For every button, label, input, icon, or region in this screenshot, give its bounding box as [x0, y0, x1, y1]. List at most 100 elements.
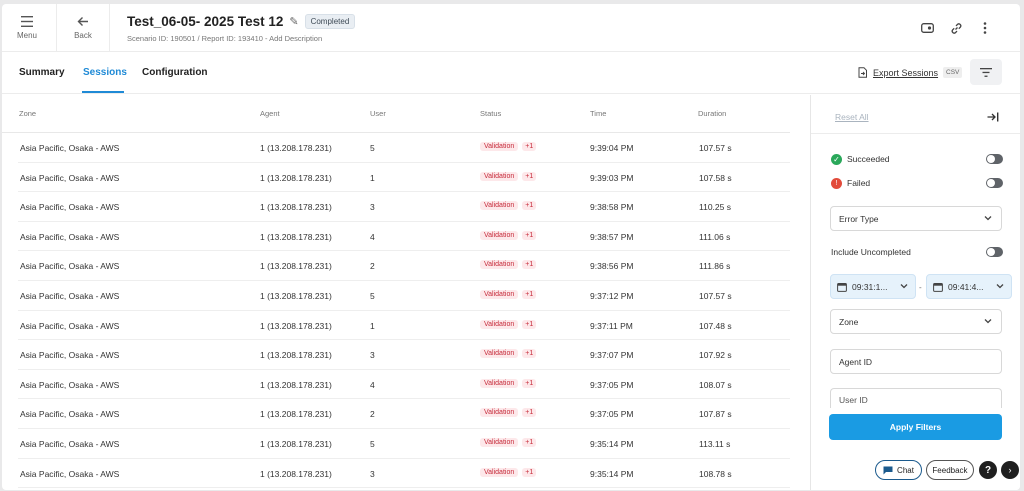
feedback-button[interactable]: Feedback [926, 460, 974, 480]
cell-zone: Asia Pacific, Osaka - AWS [20, 261, 120, 272]
status-count-badge[interactable]: +1 [522, 349, 537, 359]
chevron-down-icon [984, 319, 992, 324]
succeeded-toggle[interactable] [986, 154, 1003, 164]
cell-agent: 1 (13.208.178.231) [260, 172, 332, 183]
status-count-badge[interactable]: +1 [522, 378, 537, 388]
cell-zone: Asia Pacific, Osaka - AWS [20, 202, 120, 213]
status-count-badge[interactable]: +1 [522, 408, 537, 418]
status-badge-validation: Validation [480, 289, 519, 299]
cell-time: 9:37:11 PM [590, 320, 633, 331]
error-type-select[interactable]: Error Type [830, 206, 1002, 231]
link-icon[interactable] [948, 20, 964, 36]
cell-duration: 107.57 s [699, 143, 732, 153]
cell-user: 3 [370, 350, 375, 361]
time-range-separator: - [919, 283, 922, 292]
time-from-picker[interactable]: 09:31:1... [830, 274, 916, 299]
chat-icon [883, 466, 893, 474]
table-row[interactable]: Asia Pacific, Osaka - AWS 1 (13.208.178.2… [18, 163, 790, 193]
cell-agent: 1 (13.208.178.231) [260, 290, 332, 301]
reset-all-link[interactable]: Reset All [835, 112, 869, 122]
back-button[interactable]: Back [56, 4, 110, 52]
table-row[interactable]: Asia Pacific, Osaka - AWS 1 (13.208.178.2… [18, 133, 790, 163]
time-to-picker[interactable]: 09:41:4... [926, 274, 1012, 299]
table-row[interactable]: Asia Pacific, Osaka - AWS 1 (13.208.178.2… [18, 429, 790, 459]
status-badge-validation: Validation [480, 378, 519, 388]
cell-duration: 107.57 s [699, 290, 732, 301]
apply-filters-button[interactable]: Apply Filters [829, 414, 1002, 440]
cell-time: 9:35:14 PM [590, 468, 634, 479]
status-count-badge[interactable]: +1 [522, 230, 537, 240]
tab-sessions[interactable]: Sessions [83, 67, 127, 78]
report-subtitle: Scenario ID: 190501 / Report ID: 193410 … [127, 34, 323, 43]
cell-time: 9:37:05 PM [590, 409, 634, 420]
export-file-icon [858, 67, 867, 78]
status-badge-validation: Validation [480, 142, 519, 151]
cell-user: 5 [370, 143, 375, 153]
toggle-view-icon[interactable] [919, 20, 935, 36]
status-count-badge[interactable]: +1 [522, 289, 537, 299]
table-row[interactable]: Asia Pacific, Osaka - AWS 1 (13.208.178.2… [18, 192, 790, 222]
chevron-right-icon[interactable]: › [1001, 461, 1019, 479]
table-row[interactable]: Asia Pacific, Osaka - AWS 1 (13.208.178.2… [18, 370, 790, 400]
user-id-input[interactable]: User ID [830, 388, 1002, 408]
status-count-badge[interactable]: +1 [522, 437, 537, 447]
tab-bar: Summary Sessions Configuration Export Se… [2, 52, 1020, 94]
menu-button[interactable]: Menu [2, 4, 52, 52]
export-sessions-button[interactable]: Export Sessions CSV [858, 67, 963, 78]
cell-agent: 1 (13.208.178.231) [260, 202, 332, 213]
status-count-badge[interactable]: +1 [522, 260, 537, 270]
cell-user: 1 [370, 172, 375, 183]
chat-button[interactable]: Chat [875, 460, 922, 480]
table-header: Zone Agent User Status Time Duration [2, 95, 790, 133]
menu-icon [21, 16, 33, 27]
table-body: Asia Pacific, Osaka - AWS 1 (13.208.178.2… [2, 133, 790, 489]
table-row[interactable]: Asia Pacific, Osaka - AWS 1 (13.208.178.2… [18, 281, 790, 311]
table-row[interactable]: Asia Pacific, Osaka - AWS 1 (13.208.178.2… [18, 251, 790, 281]
column-header-zone: Zone [19, 109, 37, 118]
zone-select[interactable]: Zone [830, 309, 1002, 334]
menu-label: Menu [16, 31, 37, 40]
agent-id-input[interactable]: Agent ID [830, 349, 1002, 374]
status-count-badge[interactable]: +1 [522, 142, 537, 151]
include-uncompleted-row: Include Uncompleted [831, 244, 1003, 260]
filter-button[interactable] [970, 59, 1002, 85]
status-count-badge[interactable]: +1 [522, 171, 537, 181]
user-id-placeholder: User ID [839, 395, 868, 405]
chat-label: Chat [897, 465, 914, 475]
cell-user: 3 [370, 468, 375, 479]
tab-summary[interactable]: Summary [19, 67, 65, 78]
cell-time: 9:38:56 PM [590, 261, 634, 272]
cell-agent: 1 (13.208.178.231) [260, 409, 332, 420]
cell-time: 9:37:05 PM [590, 379, 634, 390]
help-icon[interactable]: ? [979, 461, 997, 479]
table-row[interactable]: Asia Pacific, Osaka - AWS 1 (13.208.178.2… [18, 459, 790, 489]
status-badge-validation: Validation [480, 230, 519, 240]
cell-time: 9:37:12 PM [590, 290, 634, 301]
cell-duration: 108.78 s [699, 468, 732, 479]
status-badge-validation: Validation [480, 437, 519, 447]
column-header-user: User [370, 109, 386, 118]
cell-duration: 107.48 s [699, 320, 732, 331]
include-uncompleted-toggle[interactable] [986, 247, 1003, 257]
table-row[interactable]: Asia Pacific, Osaka - AWS 1 (13.208.178.2… [18, 311, 790, 341]
status-count-badge[interactable]: +1 [522, 319, 537, 329]
collapse-panel-icon[interactable] [987, 109, 999, 127]
cell-user: 5 [370, 290, 375, 301]
pencil-icon[interactable]: ✎ [289, 15, 298, 28]
more-vert-icon[interactable] [977, 20, 993, 36]
table-row[interactable]: Asia Pacific, Osaka - AWS 1 (13.208.178.2… [18, 222, 790, 252]
failed-label: Failed [847, 178, 871, 188]
filter-panel: Reset All ✓ Succeeded ! Failed Error Typ… [810, 95, 1020, 490]
cell-zone: Asia Pacific, Osaka - AWS [20, 172, 120, 183]
cell-status: Validation +1 [480, 171, 537, 181]
status-count-badge[interactable]: +1 [522, 467, 537, 477]
table-row[interactable]: Asia Pacific, Osaka - AWS 1 (13.208.178.2… [18, 399, 790, 429]
tab-configuration[interactable]: Configuration [142, 67, 208, 78]
chevron-down-icon [996, 284, 1004, 289]
cell-duration: 107.87 s [699, 409, 732, 420]
cell-user: 1 [370, 320, 375, 331]
table-row[interactable]: Asia Pacific, Osaka - AWS 1 (13.208.178.2… [18, 340, 790, 370]
failed-toggle[interactable] [986, 178, 1003, 188]
zone-label: Zone [839, 316, 859, 327]
status-count-badge[interactable]: +1 [522, 201, 537, 211]
